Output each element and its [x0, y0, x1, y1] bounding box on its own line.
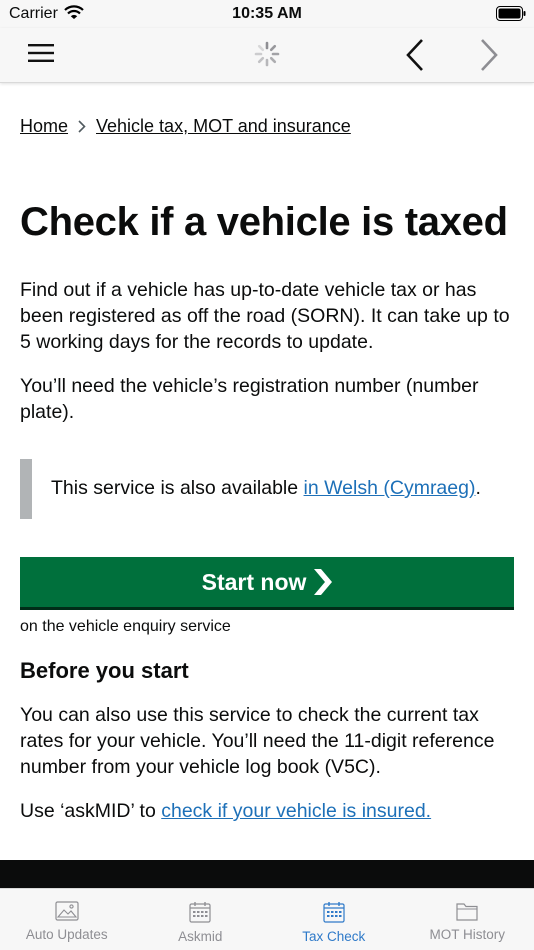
insurance-check-link[interactable]: check if your vehicle is insured. [161, 800, 431, 822]
status-bar: Carrier 10:35 AM [0, 0, 534, 28]
page-footer-strip [0, 860, 534, 888]
tab-label: Auto Updates [25, 927, 108, 942]
browser-toolbar [0, 28, 534, 83]
folder-icon [456, 903, 478, 921]
breadcrumb-home-link[interactable]: Home [20, 116, 68, 137]
tab-tax-check[interactable]: Tax Check [267, 889, 401, 950]
battery-icon [496, 6, 526, 26]
start-now-label: Start now [201, 568, 307, 595]
welsh-service-inset: This service is also available in Welsh … [20, 459, 514, 519]
tax-rates-paragraph: You can also use this service to check t… [20, 704, 495, 778]
start-now-button[interactable]: Start now [20, 557, 514, 607]
page-content: Home Vehicle tax, MOT and insurance Chec… [0, 83, 534, 860]
inset-end: . [475, 477, 481, 499]
tab-label: Askmid [178, 929, 223, 944]
chevron-right-icon [78, 120, 86, 133]
carrier-label: Carrier [9, 5, 58, 22]
calendar-icon [323, 902, 345, 923]
registration-note: You’ll need the vehicle’s registration n… [20, 375, 479, 423]
page-title: Check if a vehicle is taxed [20, 200, 508, 244]
tab-bar: Auto Updates Askmid Tax Check MOT Histor… [0, 888, 534, 950]
intro-paragraph: Find out if a vehicle has up-to-date veh… [20, 279, 510, 353]
chevron-right-icon [314, 569, 333, 595]
before-you-start-heading: Before you start [20, 658, 189, 683]
tab-auto-updates[interactable]: Auto Updates [0, 889, 134, 950]
tab-label: Tax Check [302, 929, 366, 944]
tab-label: MOT History [429, 927, 505, 942]
tab-mot-history[interactable]: MOT History [401, 889, 534, 950]
image-icon [55, 901, 79, 921]
welsh-language-link[interactable]: in Welsh (Cymraeg) [304, 477, 476, 499]
forward-arrow-icon[interactable] [477, 38, 501, 77]
askmid-paragraph: Use ‘askMID’ to check if your vehicle is… [20, 798, 514, 824]
wifi-icon [64, 5, 84, 25]
askmid-text: Use ‘askMID’ to [20, 800, 162, 822]
breadcrumb: Home Vehicle tax, MOT and insurance [20, 116, 514, 137]
calendar-icon [189, 902, 211, 923]
hamburger-menu-icon[interactable] [28, 43, 54, 68]
back-arrow-icon[interactable] [403, 38, 427, 77]
loading-spinner-icon [254, 41, 280, 72]
tab-askmid[interactable]: Askmid [134, 889, 268, 950]
enquiry-service-note: on the vehicle enquiry service [20, 618, 231, 635]
inset-text: This service is also available [51, 477, 304, 499]
breadcrumb-section-link[interactable]: Vehicle tax, MOT and insurance [96, 116, 351, 137]
